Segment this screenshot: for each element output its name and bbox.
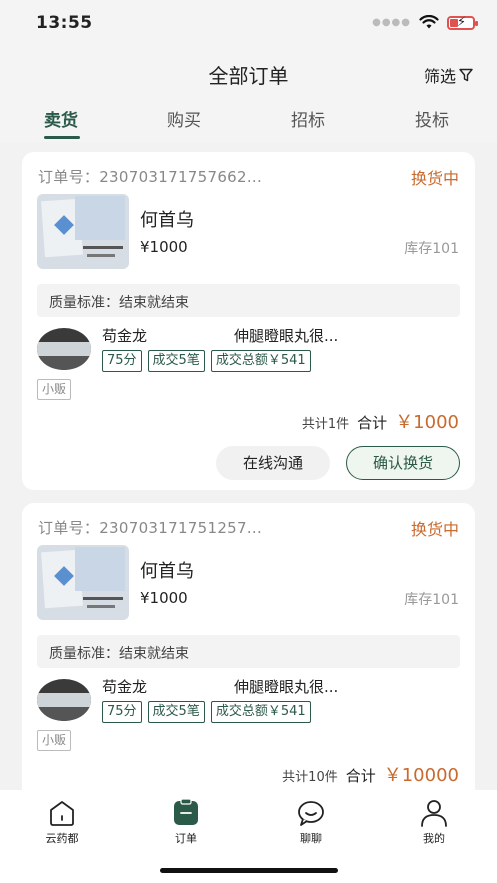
seller-name: 苟金龙 <box>102 327 148 345</box>
quality-standard-text: 质量标准：结束就结束 <box>49 646 189 662</box>
profile-icon <box>421 800 447 827</box>
tab-bar-orders[interactable]: 订单 <box>151 798 221 846</box>
status-icons: ●●●● ⚡ <box>372 15 478 30</box>
order-card[interactable]: 订单号：230703171751257... 换货中 何首乌 ¥1000 库存1… <box>22 503 475 803</box>
tab-bar-chat[interactable]: 聊聊 <box>276 798 346 846</box>
order-number: 订单号：230703171751257... <box>38 519 263 537</box>
product-price: ¥1000 <box>140 238 188 256</box>
total-label: 合计 <box>357 414 388 432</box>
product-price: ¥1000 <box>140 589 188 607</box>
tab-sell[interactable]: 卖货 <box>44 106 78 131</box>
total-count: 共计10件 <box>282 770 338 785</box>
online-chat-button[interactable]: 在线沟通 <box>216 446 330 480</box>
seller-avatar[interactable] <box>37 328 91 370</box>
status-bar: 13:55 ●●●● ⚡ <box>0 0 497 50</box>
seller-tier-badge: 小贩 <box>37 379 72 400</box>
wifi-icon <box>419 15 439 29</box>
quality-standard: 质量标准：结束就结束 <box>37 284 460 317</box>
order-total: 共计10件 合计 ￥10000 <box>282 761 459 787</box>
chat-icon <box>298 801 324 826</box>
order-status: 换货中 <box>410 169 459 188</box>
total-deal-amount-tag: 成交总额￥541 <box>210 701 311 723</box>
filter-label: 筛选 <box>423 67 456 86</box>
status-time: 13:55 <box>36 13 93 33</box>
product-image[interactable] <box>37 194 129 269</box>
tab-bid[interactable]: 投标 <box>415 106 449 131</box>
deals-tag: 成交5笔 <box>147 701 205 723</box>
tab-bar-label: 我的 <box>423 832 445 845</box>
cellular-signal-icon: ●●●● <box>372 17 411 28</box>
score-tag: 75分 <box>102 701 142 723</box>
seller-tags: 75分 成交5笔 成交总额￥541 <box>102 701 311 723</box>
product-image[interactable] <box>37 545 129 620</box>
tab-bar-label: 聊聊 <box>300 832 322 845</box>
score-tag: 75分 <box>102 350 142 372</box>
tab-tender[interactable]: 招标 <box>291 106 325 131</box>
quality-standard-text: 质量标准：结束就结束 <box>49 295 189 311</box>
product-description: 伸腿瞪眼丸很... <box>234 678 339 696</box>
seller-tags: 75分 成交5笔 成交总额￥541 <box>102 350 311 372</box>
order-tabs: 卖货 购买 招标 投标 <box>0 96 497 142</box>
product-name: 何首乌 <box>140 210 194 231</box>
tab-bar-profile[interactable]: 我的 <box>399 798 469 846</box>
page-title: 全部订单 <box>208 64 289 88</box>
order-icon <box>174 798 198 825</box>
tab-bar-label: 云药都 <box>45 832 79 845</box>
total-amount: ￥10000 <box>383 765 459 786</box>
tab-buy[interactable]: 购买 <box>167 106 201 131</box>
tab-bar-label: 订单 <box>175 832 197 845</box>
battery-icon: ⚡ <box>447 15 478 30</box>
total-deal-amount-tag: 成交总额￥541 <box>210 350 311 372</box>
total-count: 共计1件 <box>301 417 350 432</box>
total-amount: ￥1000 <box>395 412 459 433</box>
seller-tier-badge: 小贩 <box>37 730 72 751</box>
seller-name: 苟金龙 <box>102 678 148 696</box>
nav-header: 全部订单 筛选 <box>0 50 497 96</box>
filter-icon <box>459 68 473 82</box>
product-description: 伸腿瞪眼丸很... <box>234 327 339 345</box>
order-card[interactable]: 订单号：230703171757662... 换货中 何首乌 ¥1000 库存1… <box>22 152 475 490</box>
seller-avatar[interactable] <box>37 679 91 721</box>
active-tab-indicator <box>44 136 80 139</box>
filter-button[interactable]: 筛选 <box>424 63 473 87</box>
stock-count: 库存101 <box>404 592 459 608</box>
total-label: 合计 <box>345 767 376 785</box>
quality-standard: 质量标准：结束就结束 <box>37 635 460 668</box>
stock-count: 库存101 <box>404 241 459 257</box>
home-indicator <box>160 868 338 873</box>
confirm-exchange-button[interactable]: 确认换货 <box>346 446 460 480</box>
product-name: 何首乌 <box>140 561 194 582</box>
home-icon <box>50 801 74 826</box>
order-status: 换货中 <box>410 520 459 539</box>
deals-tag: 成交5笔 <box>147 350 205 372</box>
order-total: 共计1件 合计 ￥1000 <box>302 408 459 434</box>
order-number: 订单号：230703171757662... <box>38 168 263 186</box>
tab-bar-home[interactable]: 云药都 <box>27 798 97 846</box>
